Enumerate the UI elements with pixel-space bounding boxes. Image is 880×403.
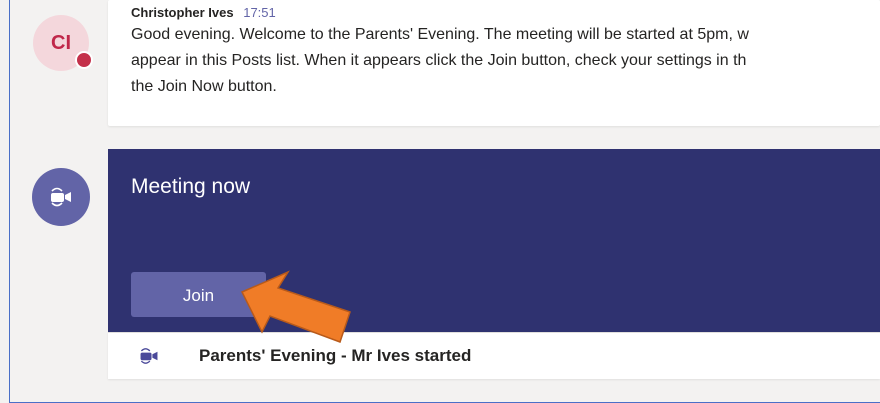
join-button[interactable]: Join (131, 272, 266, 317)
post-author[interactable]: Christopher Ives (131, 5, 234, 20)
post-message: Christopher Ives 17:51 Good evening. Wel… (108, 0, 880, 126)
video-camera-icon (140, 348, 158, 364)
meeting-avatar (32, 168, 90, 226)
post-header: Christopher Ives 17:51 (131, 5, 276, 20)
post-body-line: appear in this Posts list. When it appea… (131, 52, 747, 69)
meeting-title: Meeting now (131, 175, 251, 198)
post-timestamp: 17:51 (243, 5, 276, 20)
meeting-started-text: Parents' Evening - Mr Ives started (199, 346, 472, 365)
post-body: Good evening. Welcome to the Parents' Ev… (131, 22, 880, 100)
post-body-line: the Join Now button. (131, 78, 277, 95)
post-body-line: Good evening. Welcome to the Parents' Ev… (131, 26, 749, 43)
meeting-card: Meeting now Join (108, 149, 880, 332)
avatar[interactable]: CI (33, 15, 93, 71)
meeting-footer: Parents' Evening - Mr Ives started (108, 332, 880, 379)
video-camera-icon (51, 187, 71, 207)
presence-busy-icon (75, 51, 93, 69)
avatar-initials: CI (51, 31, 71, 54)
